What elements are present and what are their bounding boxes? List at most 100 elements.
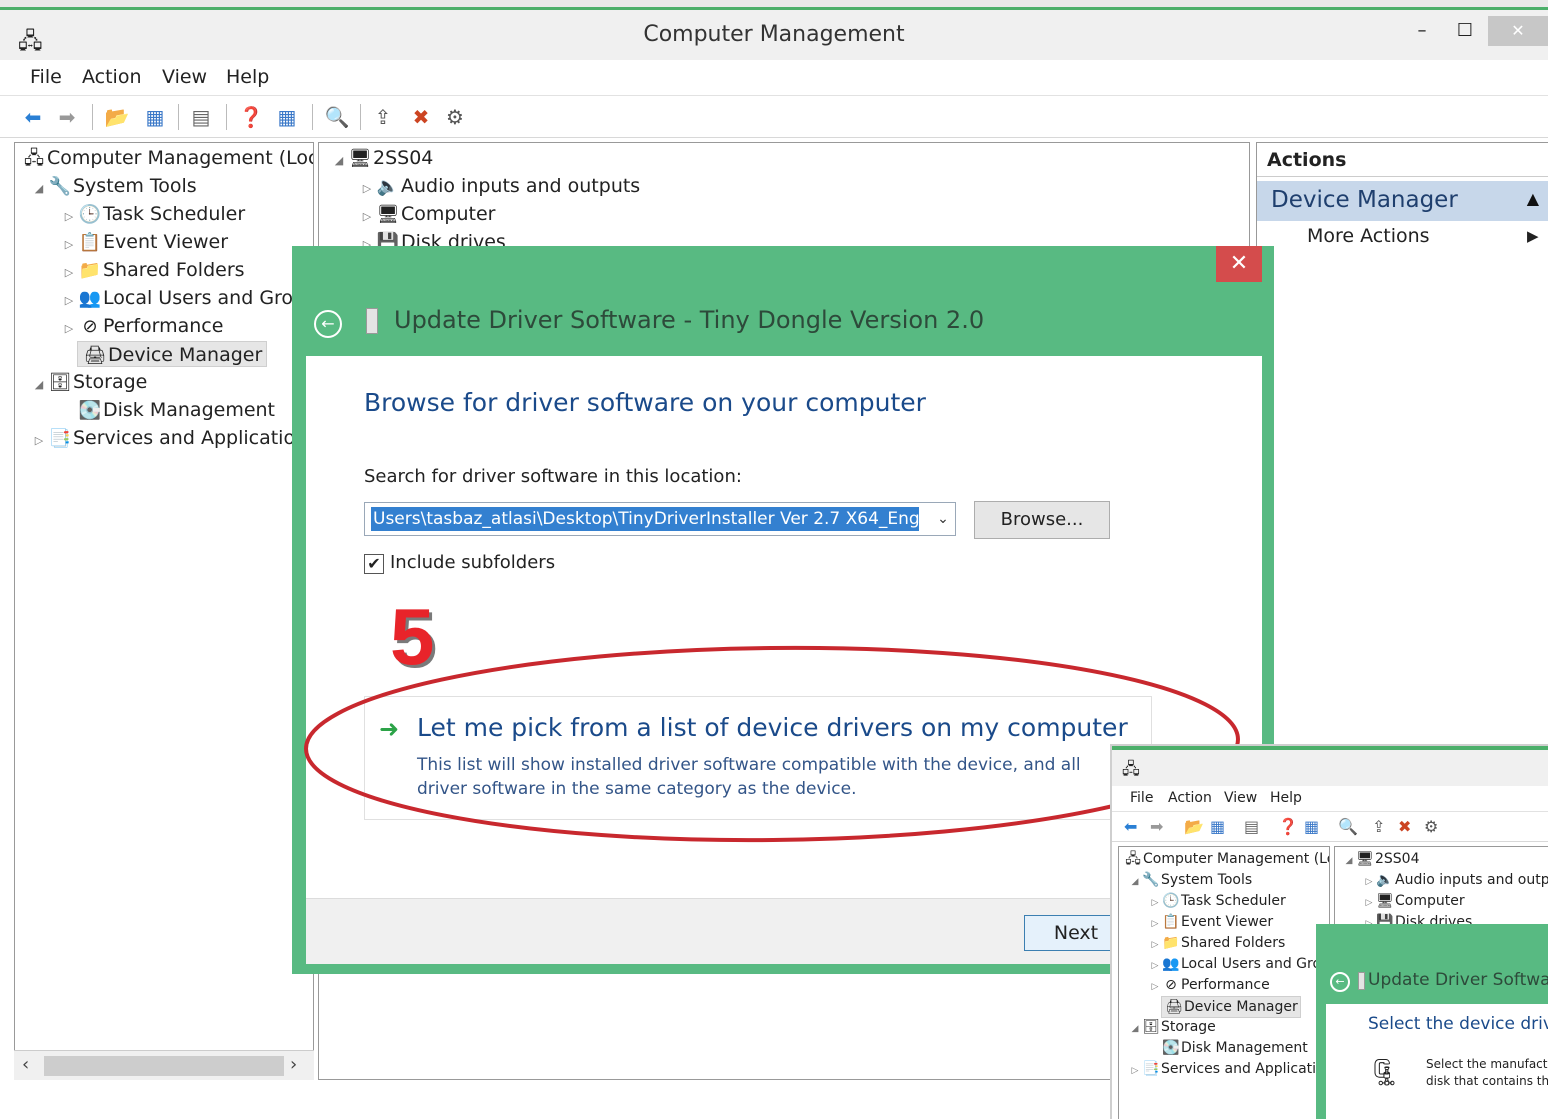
maximize-button[interactable]: ☐ — [1445, 16, 1485, 46]
scan-hardware-icon[interactable]: 🔍 — [1338, 817, 1358, 836]
inset-menu-file[interactable]: File — [1130, 790, 1153, 806]
tree-item-shared-folders[interactable]: ▷ 📁Shared Folders — [1149, 933, 1286, 955]
close-button[interactable]: ✕ — [1488, 16, 1548, 46]
tree-item-performance[interactable]: ▷ ⊘ Performance — [1149, 975, 1270, 997]
collapsed-arrow-icon[interactable]: ▷ — [61, 260, 77, 286]
properties-icon[interactable]: ▤ — [1244, 817, 1259, 836]
actions-section-device-manager[interactable]: Device Manager ▲ — [1257, 181, 1548, 221]
view-icon[interactable]: ▦ — [1304, 817, 1319, 836]
forward-icon[interactable]: ➡ — [54, 104, 80, 130]
show-hide-tree-icon[interactable]: ▦ — [1210, 817, 1225, 836]
menu-file[interactable]: File — [30, 66, 62, 88]
collapsed-arrow-icon[interactable]: ▷ — [1149, 893, 1161, 913]
tree-item-services[interactable]: ▷ 📑Services and Applications — [1129, 1059, 1329, 1081]
properties-icon[interactable]: ▤ — [188, 104, 214, 130]
tree-item-services[interactable]: ▷ 📑Services and Applications — [31, 425, 313, 454]
expanded-arrow-icon[interactable]: ◢ — [1129, 872, 1141, 892]
collapsed-arrow-icon[interactable]: ▷ — [61, 232, 77, 258]
up-folder-icon[interactable]: 📂 — [104, 104, 130, 130]
back-icon[interactable]: ⬅ — [20, 104, 46, 130]
menu-help[interactable]: Help — [226, 66, 269, 88]
pick-driver-list-option[interactable]: ➜ Let me pick from a list of device driv… — [364, 696, 1152, 820]
expanded-arrow-icon[interactable]: ◢ — [1129, 1019, 1141, 1039]
collapsed-arrow-icon[interactable]: ▷ — [1129, 1061, 1141, 1081]
collapsed-arrow-icon[interactable]: ▷ — [61, 316, 77, 342]
up-folder-icon[interactable]: 📂 — [1184, 817, 1204, 836]
tree-item-storage[interactable]: ◢ 🗄Storage — [31, 369, 148, 398]
tree-item-disk-management[interactable]: 💽Disk Management — [77, 397, 275, 423]
more-actions-link[interactable]: More Actions — [1307, 225, 1430, 247]
collapse-up-icon[interactable]: ▲ — [1527, 189, 1539, 208]
tree-item-system-tools[interactable]: ◢ 🔧System Tools — [31, 173, 197, 199]
tree-item-event-viewer[interactable]: ▷ 📋Event Viewer — [61, 229, 228, 255]
driver-path-combobox[interactable]: Users\tasbaz_atlasi\Desktop\TinyDriverIn… — [364, 502, 956, 536]
tree-item-storage[interactable]: ◢ 🗄Storage — [1129, 1017, 1216, 1039]
device-category[interactable]: ▷ 🖥Computer — [1363, 891, 1465, 913]
tree-item-system-tools[interactable]: ◢ 🔧System Tools — [1129, 870, 1253, 892]
scan-hardware-icon[interactable]: 🔍 — [324, 104, 350, 130]
back-arrow-icon[interactable]: ← — [1330, 972, 1350, 992]
collapsed-arrow-icon[interactable]: ▷ — [1149, 914, 1161, 934]
forward-icon[interactable]: ➡ — [1150, 817, 1163, 836]
enable-device-icon[interactable]: ⚙ — [1424, 817, 1438, 836]
expanded-arrow-icon[interactable]: ◢ — [331, 148, 347, 174]
tree-item-computer-management[interactable]: 🖧Computer Management (Local — [21, 145, 313, 171]
tree-item-local-users[interactable]: ▷ 👥Local Users and Group — [1149, 954, 1329, 976]
tree-item-event-viewer[interactable]: ▷ 📋Event Viewer — [1149, 912, 1274, 934]
scroll-right-icon[interactable]: › — [290, 1054, 297, 1075]
device-category[interactable]: ▷ 🖥Computer — [359, 201, 496, 230]
dialog-close-button[interactable]: ✕ — [1216, 246, 1262, 282]
back-icon[interactable]: ⬅ — [1124, 817, 1137, 836]
minimize-button[interactable]: – — [1402, 16, 1442, 46]
menu-action[interactable]: Action — [82, 66, 142, 88]
collapsed-arrow-icon[interactable]: ▷ — [61, 288, 77, 314]
update-driver-icon[interactable]: ⇪ — [370, 104, 396, 130]
inset-menu-view[interactable]: View — [1224, 790, 1257, 806]
menu-view[interactable]: View — [162, 66, 207, 88]
tree-item-task-scheduler[interactable]: ▷ 🕒Task Scheduler — [1149, 891, 1286, 913]
tree-item-task-scheduler[interactable]: ▷ 🕒Task Scheduler — [61, 201, 245, 227]
tree-item-performance[interactable]: ▷ ⊘ Performance — [61, 313, 224, 342]
inset-menu-help[interactable]: Help — [1270, 790, 1302, 806]
collapsed-arrow-icon[interactable]: ▷ — [1363, 872, 1375, 892]
device-category[interactable]: ▷🔈Audio inputs and outputs — [359, 173, 640, 199]
help-icon[interactable]: ❓ — [238, 104, 264, 130]
help-icon[interactable]: ❓ — [1278, 817, 1298, 836]
collapsed-arrow-icon[interactable]: ▷ — [31, 428, 47, 454]
uninstall-icon[interactable]: ✖ — [408, 104, 434, 130]
show-hide-tree-icon[interactable]: ▦ — [142, 104, 168, 130]
collapsed-arrow-icon[interactable]: ▷ — [1149, 977, 1161, 997]
uninstall-icon[interactable]: ✖ — [1398, 817, 1411, 836]
expanded-arrow-icon[interactable]: ◢ — [31, 372, 47, 398]
collapsed-arrow-icon[interactable]: ▷ — [359, 176, 375, 202]
tree-item-device-manager[interactable]: 🖨Device Manager — [1161, 996, 1301, 1018]
device-category[interactable]: ▷🔈Audio inputs and outputs — [1363, 870, 1548, 892]
scrollbar-thumb[interactable] — [44, 1056, 284, 1076]
tree-item-disk-management[interactable]: 💽Disk Management — [1161, 1038, 1307, 1058]
include-subfolders-checkbox[interactable]: ✔ — [364, 554, 384, 574]
expanded-arrow-icon[interactable]: ◢ — [1343, 851, 1355, 871]
inset-menu-action[interactable]: Action — [1168, 790, 1212, 806]
collapsed-arrow-icon[interactable]: ▷ — [61, 204, 77, 230]
device-root[interactable]: ◢ 🖥2SS04 — [331, 145, 434, 174]
tree-item-shared-folders[interactable]: ▷ 📁Shared Folders — [61, 257, 245, 283]
driver-path-input[interactable]: Users\tasbaz_atlasi\Desktop\TinyDriverIn… — [371, 507, 919, 531]
enable-device-icon[interactable]: ⚙ — [442, 104, 468, 130]
collapsed-arrow-icon[interactable]: ▷ — [1149, 956, 1161, 976]
browse-button[interactable]: Browse... — [974, 501, 1110, 539]
collapsed-arrow-icon[interactable]: ▷ — [359, 204, 375, 230]
back-arrow-icon[interactable]: ← — [314, 310, 342, 338]
tree-item-computer-management[interactable]: 🖧Computer Management (Local — [1123, 849, 1329, 869]
collapsed-arrow-icon[interactable]: ▷ — [1149, 935, 1161, 955]
chevron-down-icon[interactable]: ⌄ — [931, 505, 955, 533]
view-icon[interactable]: ▦ — [274, 104, 300, 130]
collapsed-arrow-icon[interactable]: ▷ — [1363, 893, 1375, 913]
tree-item-device-manager[interactable]: 🖨Device Manager — [77, 341, 268, 367]
tree-item-local-users[interactable]: ▷ 👥Local Users and Group — [61, 285, 313, 314]
update-driver-icon[interactable]: ⇪ — [1372, 817, 1385, 836]
option-title[interactable]: Let me pick from a list of device driver… — [417, 713, 1128, 742]
expanded-arrow-icon[interactable]: ◢ — [31, 176, 47, 202]
scroll-left-icon[interactable]: ‹ — [22, 1054, 29, 1075]
device-root[interactable]: ◢ 🖥2SS04 — [1343, 849, 1420, 871]
horizontal-scrollbar[interactable]: ‹ › — [14, 1050, 314, 1080]
